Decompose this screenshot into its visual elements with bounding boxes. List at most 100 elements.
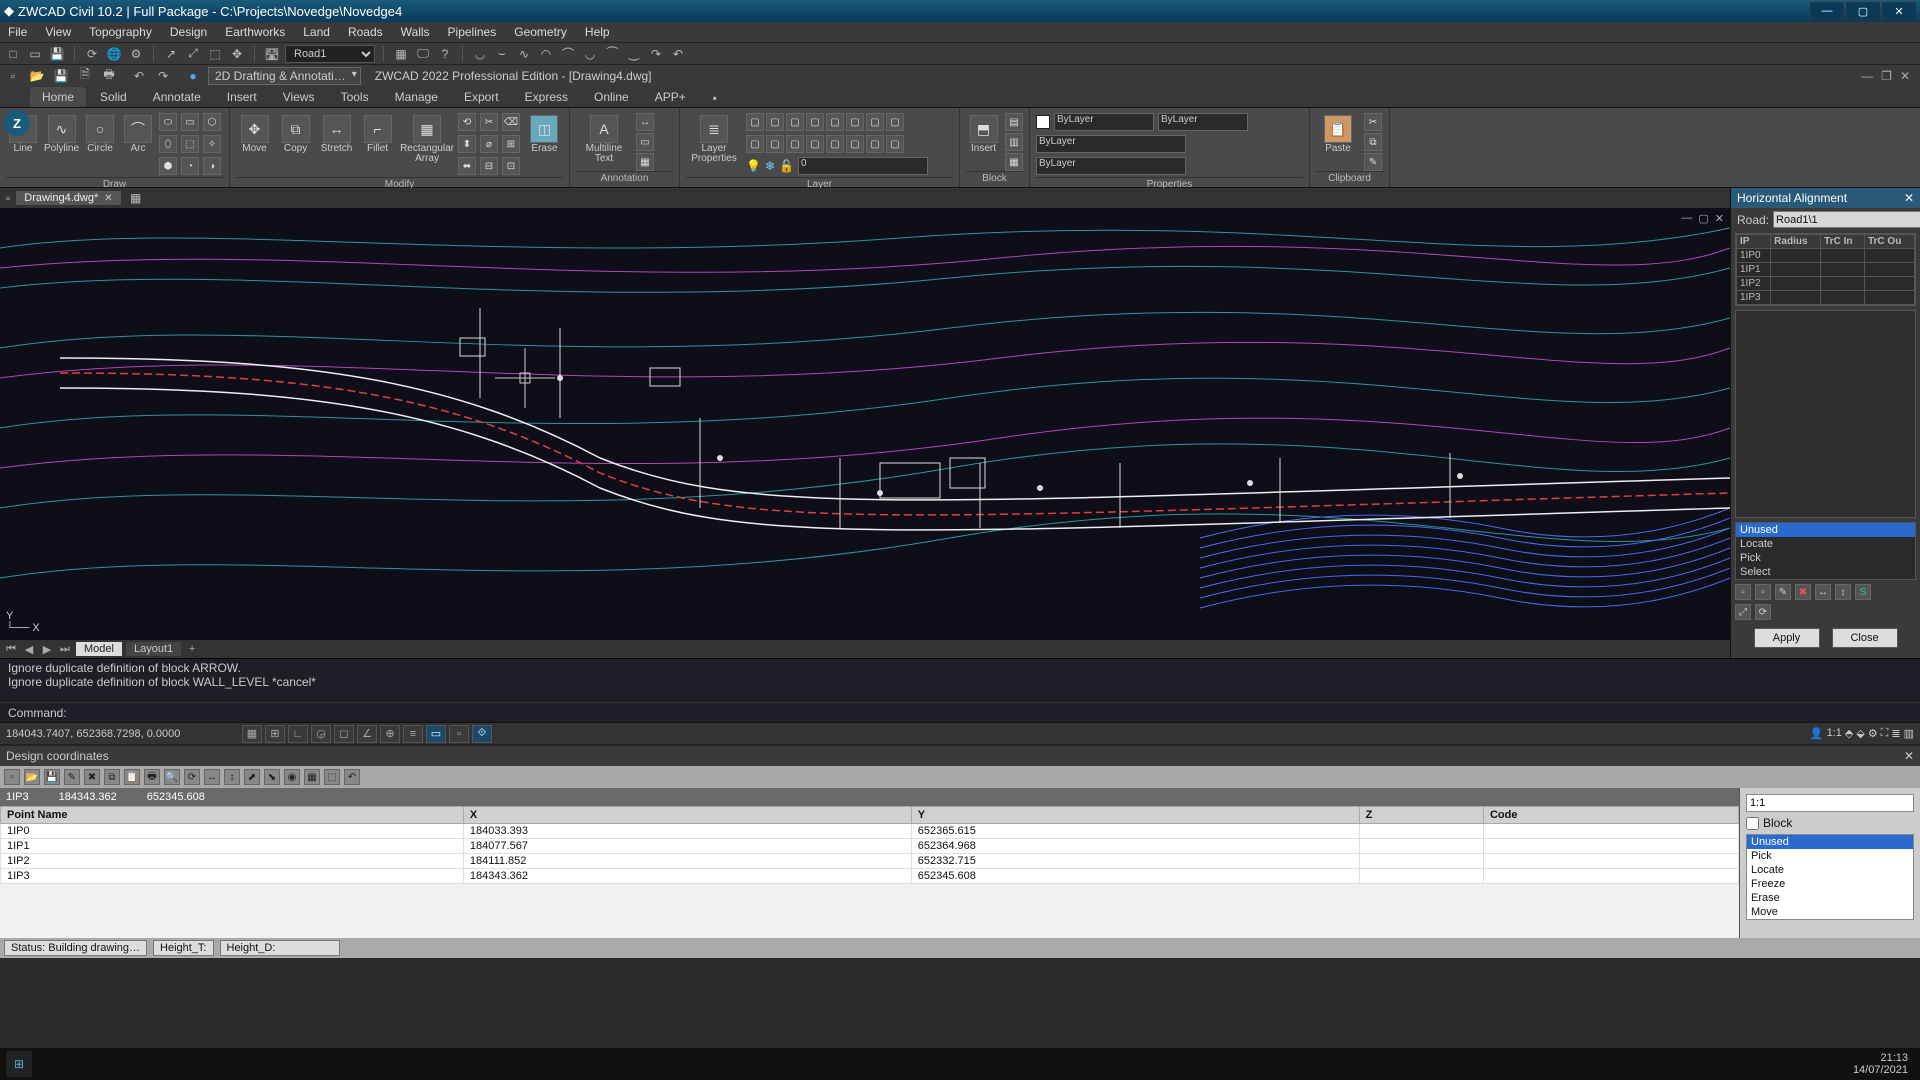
menu-pipelines[interactable]: Pipelines <box>448 25 497 39</box>
curve6-icon[interactable]: ◡ <box>581 45 599 63</box>
tab-express[interactable]: Express <box>513 87 580 107</box>
sp-toolbar[interactable]: ▫▫✎ ✖↔ ↕S <box>1731 582 1920 602</box>
menu-geometry[interactable]: Geometry <box>514 25 567 39</box>
sp-close-icon[interactable]: ✕ <box>1904 191 1914 205</box>
annot-flyouts[interactable]: ↔▭▦ <box>636 113 654 171</box>
save-icon[interactable]: 💾 <box>48 45 66 63</box>
plot-style-selector[interactable]: ByLayer <box>1158 113 1248 131</box>
curve4-icon[interactable]: ◠ <box>537 45 555 63</box>
qdoc-open-icon[interactable]: 📂 <box>28 67 46 85</box>
dc-col-code[interactable]: Code <box>1483 807 1738 824</box>
tool-copy[interactable]: ⧉Copy <box>277 113 314 156</box>
help-icon[interactable]: ? <box>436 45 454 63</box>
curve9-icon[interactable]: ↷ <box>647 45 665 63</box>
mdi-close-button[interactable]: ✕ <box>1900 69 1910 83</box>
sp-action-menu[interactable]: Unused Locate Pick Select <box>1735 522 1916 580</box>
sp-apply-button[interactable]: Apply <box>1754 628 1820 648</box>
tool-stretch[interactable]: ↔Stretch <box>318 113 355 156</box>
current-layer-selector[interactable]: 💡❄🔓 0 <box>746 157 928 175</box>
curve5-icon[interactable]: ⌒ <box>559 45 577 63</box>
doc-tab-drawing4[interactable]: Drawing4.dwg*✕ <box>16 191 120 205</box>
start-button[interactable]: ⊞ <box>6 1051 32 1077</box>
window-close-button[interactable]: ✕ <box>1882 2 1916 20</box>
layout-next-icon[interactable]: ▶ <box>40 643 54 656</box>
tool-polyline[interactable]: ∿Polyline <box>44 113 79 156</box>
gear-icon[interactable]: ⚙ <box>127 45 145 63</box>
tab-annotate[interactable]: Annotate <box>141 87 213 107</box>
zoom-win-icon[interactable]: ⬚ <box>206 45 224 63</box>
tool-fillet[interactable]: ⌐Fillet <box>359 113 396 156</box>
drafting-toggles[interactable]: ▦⊞∟ ◶◻∠ ⊕≡ ▭▫ ⟐ <box>242 725 492 743</box>
new-icon[interactable]: □ <box>4 45 22 63</box>
mdi-min-button[interactable]: — <box>1861 69 1873 83</box>
dc-table-area[interactable]: 1IP3184343.362652345.608 Point Name X Y … <box>0 788 1740 938</box>
tab-manage[interactable]: Manage <box>383 87 450 107</box>
draw-flyouts[interactable]: ⬭▭⬡ ⬯⬚✧ ⬢◔◑ <box>159 113 223 177</box>
window-max-button[interactable]: ▢ <box>1846 2 1880 20</box>
layout-tab-model[interactable]: Model <box>76 642 122 656</box>
zoom-ext-icon[interactable]: ⤢ <box>184 45 202 63</box>
drawing-canvas[interactable]: — ▢ ✕ <box>0 208 1730 640</box>
menu-view[interactable]: View <box>45 25 71 39</box>
menu-design[interactable]: Design <box>170 25 207 39</box>
tool-block-insert[interactable]: ⬒Insert <box>966 113 1001 156</box>
arrow-icon[interactable]: ↗ <box>162 45 180 63</box>
qdoc-save-all-icon[interactable]: 🗎 <box>76 67 94 85</box>
dc-opts-list[interactable]: Unused Pick Locate Freeze Erase Move <box>1746 834 1914 920</box>
menu-land[interactable]: Land <box>303 25 330 39</box>
menu-walls[interactable]: Walls <box>401 25 430 39</box>
sp-toolbar-2[interactable]: ⤢⟳ <box>1731 602 1920 622</box>
menu-earthworks[interactable]: Earthworks <box>225 25 285 39</box>
workspace-selector[interactable]: 2D Drafting & Annotati… <box>208 67 361 85</box>
curve8-icon[interactable]: ⏝ <box>625 45 643 63</box>
tool-array[interactable]: ▦Rectangular Array <box>400 113 454 166</box>
curve1-icon[interactable]: ◡ <box>471 45 489 63</box>
road-icon[interactable]: 🛣 <box>263 45 281 63</box>
tool-erase[interactable]: ◫Erase <box>526 113 563 156</box>
tab-insert[interactable]: Insert <box>215 87 269 107</box>
doc-tab-grid-icon[interactable]: ▦ <box>127 189 145 207</box>
lineweight-selector[interactable]: ByLayer <box>1036 157 1186 175</box>
curve7-icon[interactable]: ⏜ <box>603 45 621 63</box>
tool-move[interactable]: ✥Move <box>236 113 273 156</box>
curve3-icon[interactable]: ∿ <box>515 45 533 63</box>
dc-block-checkbox[interactable] <box>1746 817 1759 830</box>
layout-first-icon[interactable]: ⏮ <box>4 643 18 656</box>
layout-last-icon[interactable]: ⏭ <box>58 643 72 656</box>
layout-prev-icon[interactable]: ◀ <box>22 643 36 656</box>
window-min-button[interactable]: — <box>1810 2 1844 20</box>
menu-roads[interactable]: Roads <box>348 25 383 39</box>
dc-close-icon[interactable]: ✕ <box>1904 749 1914 763</box>
menu-help[interactable]: Help <box>585 25 610 39</box>
undo-icon[interactable]: ↶ <box>130 67 148 85</box>
app-menu-button[interactable]: Z <box>4 110 30 136</box>
open-icon[interactable]: ▭ <box>26 45 44 63</box>
dc-toolbar[interactable]: ▫📂💾 ✎✖⧉ 📋🖶 🔍⟳↔ ↕⬈⬊ ◉▦⬚ ↶ <box>0 766 1920 788</box>
dc-scale-input[interactable] <box>1746 794 1914 812</box>
color-selector[interactable]: ByLayer <box>1054 113 1154 131</box>
refresh-icon[interactable]: ⟳ <box>83 45 101 63</box>
tool-layer-properties[interactable]: ≣Layer Properties <box>686 113 742 166</box>
sp-ip-grid[interactable]: IPRadiusTrC InTrC Ou 1IP0 1IP1 1IP2 1IP3 <box>1735 233 1916 306</box>
dc-col-y[interactable]: Y <box>911 807 1359 824</box>
sp-road-input[interactable] <box>1773 211 1920 228</box>
tool-mtext[interactable]: AMultiline Text <box>576 113 632 166</box>
tab-online[interactable]: Online <box>582 87 641 107</box>
table-icon[interactable]: ▦ <box>392 45 410 63</box>
tab-home[interactable]: Home <box>30 87 86 107</box>
qdoc-new-icon[interactable]: ▫ <box>4 67 22 85</box>
modify-flyouts[interactable]: ⟲✂⌫ ⬍⌀⊞ ⬌⊟⊡ <box>458 113 522 177</box>
tab-app[interactable]: APP+ <box>643 87 698 107</box>
dc-col-x[interactable]: X <box>463 807 911 824</box>
mdi-restore-button[interactable]: ❐ <box>1881 69 1892 83</box>
tab-tools[interactable]: Tools <box>329 87 381 107</box>
dc-col-name[interactable]: Point Name <box>1 807 464 824</box>
qdoc-print-icon[interactable]: 🖶 <box>100 67 118 85</box>
status-right-icons[interactable]: 👤1:1 ⬘⬙ ⚙⛶ ≣▥ <box>1810 727 1914 740</box>
clip-flyouts[interactable]: ✂⧉✎ <box>1364 113 1382 171</box>
linetype-selector[interactable]: ByLayer <box>1036 135 1186 153</box>
layout-add-icon[interactable]: + <box>185 643 199 655</box>
globe-icon[interactable]: 🌐 <box>105 45 123 63</box>
curve10-icon[interactable]: ↶ <box>669 45 687 63</box>
ribbon-collapse-icon[interactable]: ▪ <box>706 89 724 107</box>
